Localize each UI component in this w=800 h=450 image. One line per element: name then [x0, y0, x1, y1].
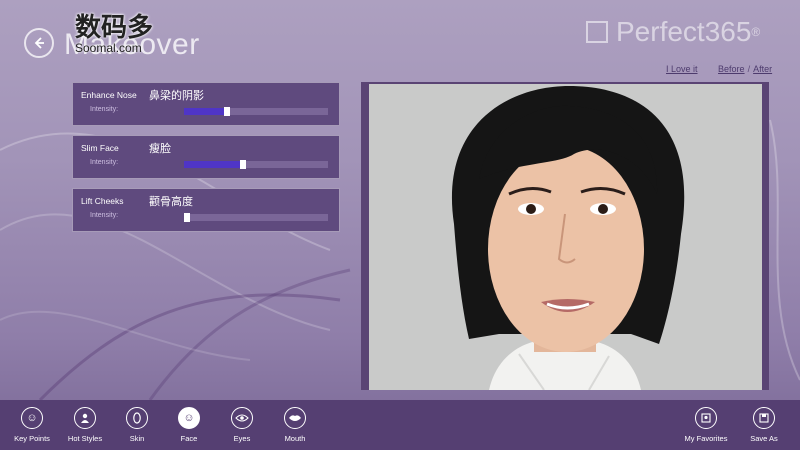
- my-favorites-button[interactable]: My Favorites: [676, 407, 736, 443]
- link-separator: /: [747, 64, 751, 74]
- intensity-label: Intensity:: [90, 212, 119, 219]
- save-as-button[interactable]: Save As: [734, 407, 794, 443]
- enhance-nose-panel: Enhance Nose 鼻梁的阴影 Intensity:: [72, 82, 340, 126]
- photo-frame: [361, 82, 769, 390]
- compare-links: I Love it Before / After: [666, 64, 772, 74]
- enhance-nose-slider[interactable]: [184, 107, 328, 116]
- hot-styles-button[interactable]: Hot Styles: [55, 407, 115, 443]
- lips-icon: [284, 407, 306, 429]
- brand-registered: ®: [751, 25, 761, 39]
- face-button[interactable]: ☺ Face: [159, 407, 219, 443]
- skin-label: Skin: [129, 434, 145, 443]
- person-icon: [74, 407, 96, 429]
- panel-chinese-label: 颧骨高度: [149, 196, 193, 208]
- key-points-button[interactable]: ☺ Key Points: [2, 407, 62, 443]
- brand-name: Perfect365: [616, 16, 752, 47]
- panel-label: Enhance Nose: [81, 90, 137, 100]
- slider-thumb[interactable]: [240, 160, 247, 169]
- intensity-label: Intensity:: [90, 159, 119, 166]
- mouth-button[interactable]: Mouth: [265, 407, 325, 443]
- love-it-link[interactable]: I Love it: [666, 64, 698, 74]
- face-icon: ☺: [178, 407, 200, 429]
- eye-icon: [231, 407, 253, 429]
- mouth-label: Mouth: [284, 434, 306, 443]
- save-icon: [753, 407, 775, 429]
- slider-fill: [184, 161, 244, 168]
- save-as-label: Save As: [750, 434, 778, 443]
- brand-mark-icon: [586, 21, 608, 43]
- after-link[interactable]: After: [753, 64, 772, 74]
- portrait-photo: [369, 84, 762, 390]
- slider-thumb[interactable]: [224, 107, 231, 116]
- back-button[interactable]: [24, 28, 54, 58]
- panel-chinese-label: 鼻梁的阴影: [149, 90, 204, 102]
- eyes-button[interactable]: Eyes: [212, 407, 272, 443]
- before-link[interactable]: Before: [718, 64, 745, 74]
- slider-fill: [184, 108, 228, 115]
- favorites-icon: [695, 407, 717, 429]
- watermark-chinese: 数码多: [75, 12, 154, 42]
- panel-chinese-label: 瘦脸: [149, 143, 171, 155]
- slim-face-slider[interactable]: [184, 160, 328, 169]
- intensity-label: Intensity:: [90, 106, 119, 113]
- slim-face-panel: Slim Face 瘦脸 Intensity:: [72, 135, 340, 179]
- portrait-illustration: [369, 84, 762, 390]
- panel-label: Slim Face: [81, 143, 119, 153]
- my-favorites-label: My Favorites: [684, 434, 728, 443]
- skin-button[interactable]: Skin: [107, 407, 167, 443]
- lift-cheeks-slider[interactable]: [183, 213, 328, 222]
- skin-icon: [126, 407, 148, 429]
- watermark: 数码多 Soomal.com: [75, 14, 185, 54]
- face-label: Face: [180, 434, 198, 443]
- brand-logo: Perfect365 ®: [586, 16, 760, 48]
- panel-label: Lift Cheeks: [81, 196, 124, 206]
- watermark-url: Soomal.com: [75, 41, 142, 55]
- lift-cheeks-panel: Lift Cheeks 颧骨高度 Intensity:: [72, 188, 340, 232]
- hot-styles-label: Hot Styles: [67, 434, 103, 443]
- eyes-label: Eyes: [233, 434, 251, 443]
- key-points-label: Key Points: [14, 434, 50, 443]
- slider-thumb[interactable]: [183, 213, 190, 222]
- app-bar: ☺ Key Points Hot Styles Skin ☺ Face Eyes…: [0, 400, 800, 450]
- back-arrow-icon: [34, 37, 44, 49]
- smiley-icon: ☺: [21, 407, 43, 429]
